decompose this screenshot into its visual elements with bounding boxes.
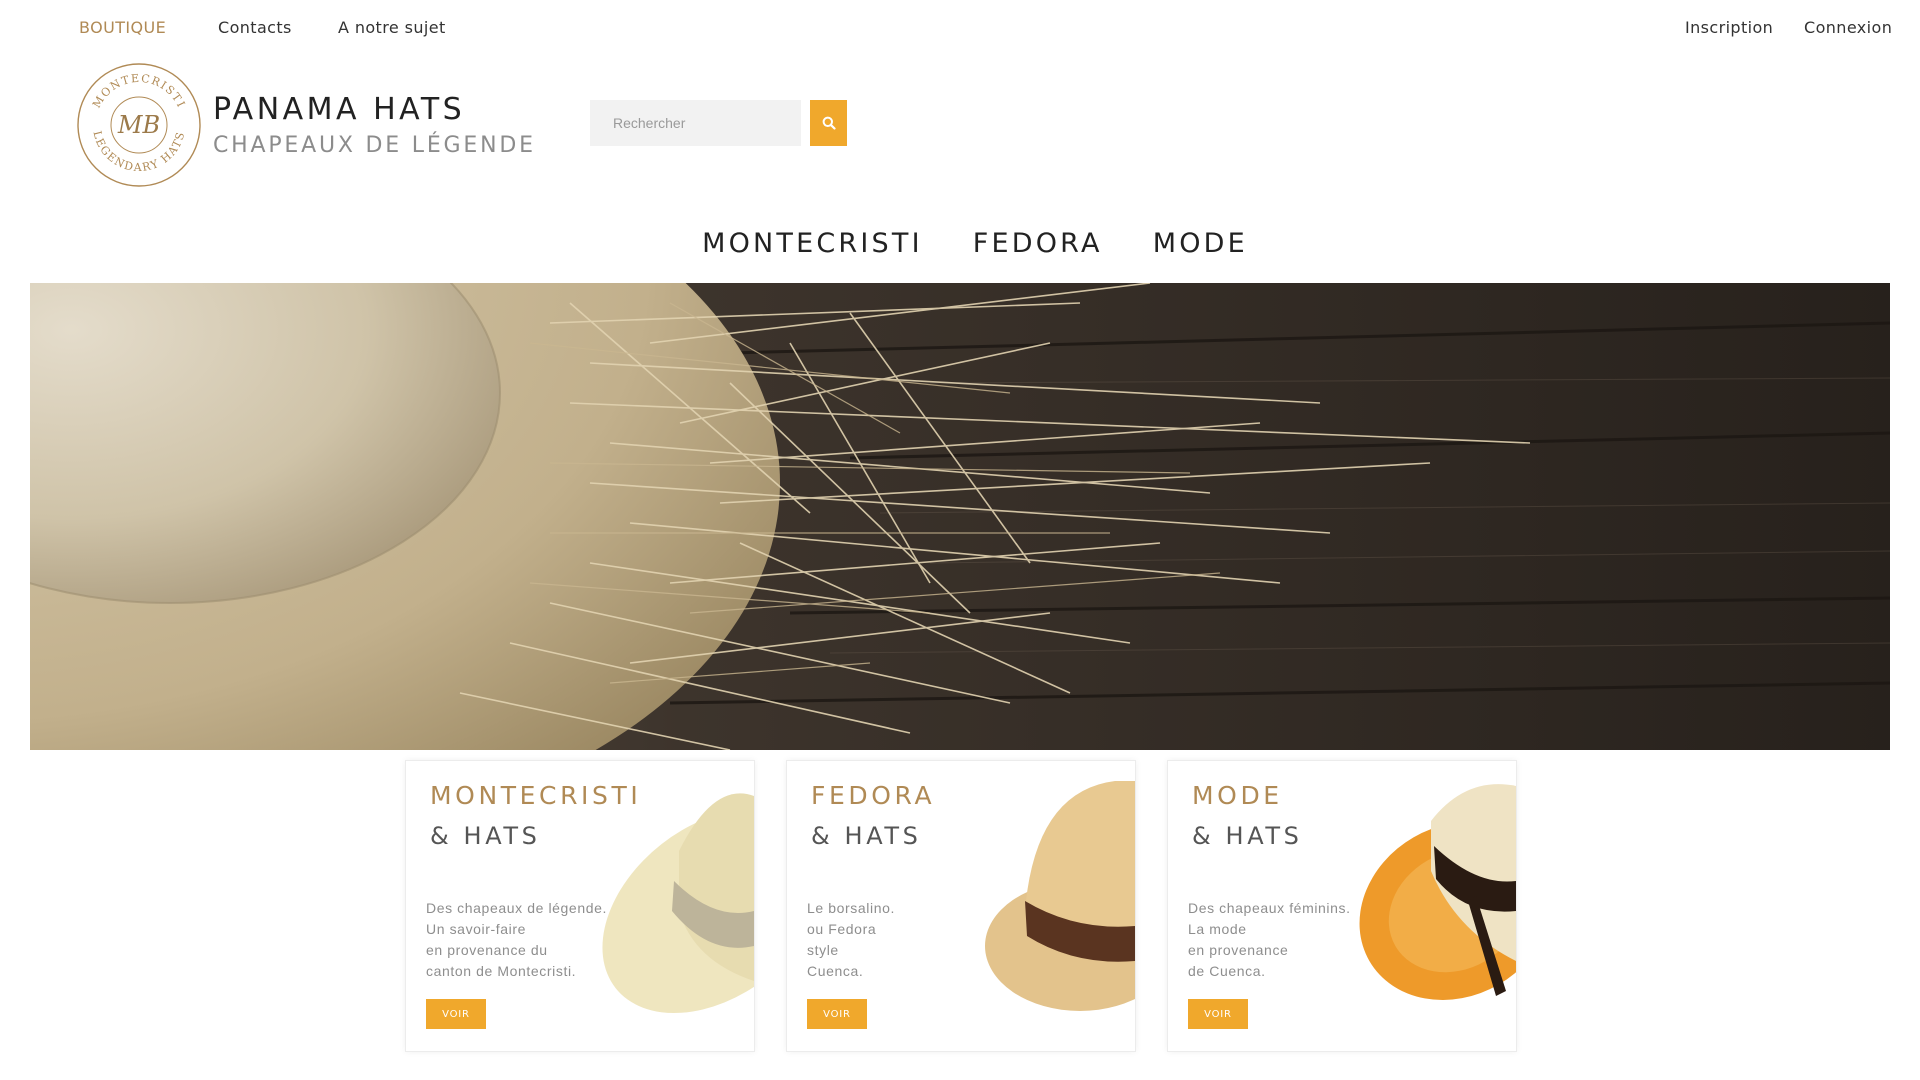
nav-link-about[interactable]: A notre sujet [338,18,446,37]
nav-link-signup[interactable]: Inscription [1685,18,1773,37]
nav-link-login[interactable]: Connexion [1804,18,1892,37]
card-description-line: La mode [1188,921,1247,937]
card-title: FEDORA [811,781,936,810]
logo-ring-top-text: MONTECRISTI [90,72,186,111]
card-subtitle: & HATS [430,822,541,850]
card-description-line: en provenance du [426,942,548,958]
hero-straw-hat-image [30,283,1890,750]
card-description-line: canton de Montecristi. [426,963,577,979]
brand-title: PANAMA HATS [213,92,466,127]
logo-monogram: MB [117,111,160,139]
main-nav-fedora[interactable]: FEDORA [973,228,1103,259]
main-navigation: MONTECRISTI FEDORA MODE [0,228,1920,259]
card-description-line: ou Fedora [807,921,877,937]
search-input[interactable] [590,100,801,146]
voir-button[interactable]: VOIR [426,999,486,1029]
card-description-line: en provenance [1188,942,1289,958]
card-description: Le borsalino. ou Fedora style Cuenca. [807,898,1017,982]
card-subtitle: & HATS [1192,822,1303,850]
main-nav-montecristi[interactable]: MONTECRISTI [702,228,923,259]
card-description-line: Cuenca. [807,963,864,979]
search-button[interactable] [810,100,847,146]
category-card-fedora: FEDORA & HATS Le borsalino. ou Fedora st… [786,760,1136,1052]
logo-seal: MONTECRISTI LEGENDARY HATS MB [77,63,201,187]
main-nav-mode[interactable]: MODE [1153,228,1248,259]
voir-button[interactable]: VOIR [1188,999,1248,1029]
category-card-mode: MODE & HATS Des chapeaux féminins. La mo… [1167,760,1517,1052]
nav-link-boutique[interactable]: BOUTIQUE [79,18,166,37]
brand-logo[interactable]: MONTECRISTI LEGENDARY HATS MB [76,62,202,188]
card-description-line: de Cuenca. [1188,963,1266,979]
voir-button[interactable]: VOIR [807,999,867,1029]
card-description: Des chapeaux féminins. La mode en proven… [1188,898,1398,982]
card-subtitle: & HATS [811,822,922,850]
card-description: Des chapeaux de légende. Un savoir-faire… [426,898,636,982]
card-description-line: Un savoir-faire [426,921,527,937]
category-card-montecristi: MONTECRISTI & HATS Des chapeaux de légen… [405,760,755,1052]
card-description-line: Le borsalino. [807,900,895,916]
card-description-line: Des chapeaux de légende. [426,900,607,916]
card-title: MONTECRISTI [430,781,642,810]
card-title: MODE [1192,781,1283,810]
brand-subtitle: CHAPEAUX DE LÉGENDE [213,133,536,158]
nav-link-contacts[interactable]: Contacts [218,18,292,37]
card-description-line: Des chapeaux féminins. [1188,900,1351,916]
card-description-line: style [807,942,839,958]
hero-banner [30,283,1890,750]
search-icon [822,116,836,130]
svg-text:MONTECRISTI: MONTECRISTI [90,72,188,111]
